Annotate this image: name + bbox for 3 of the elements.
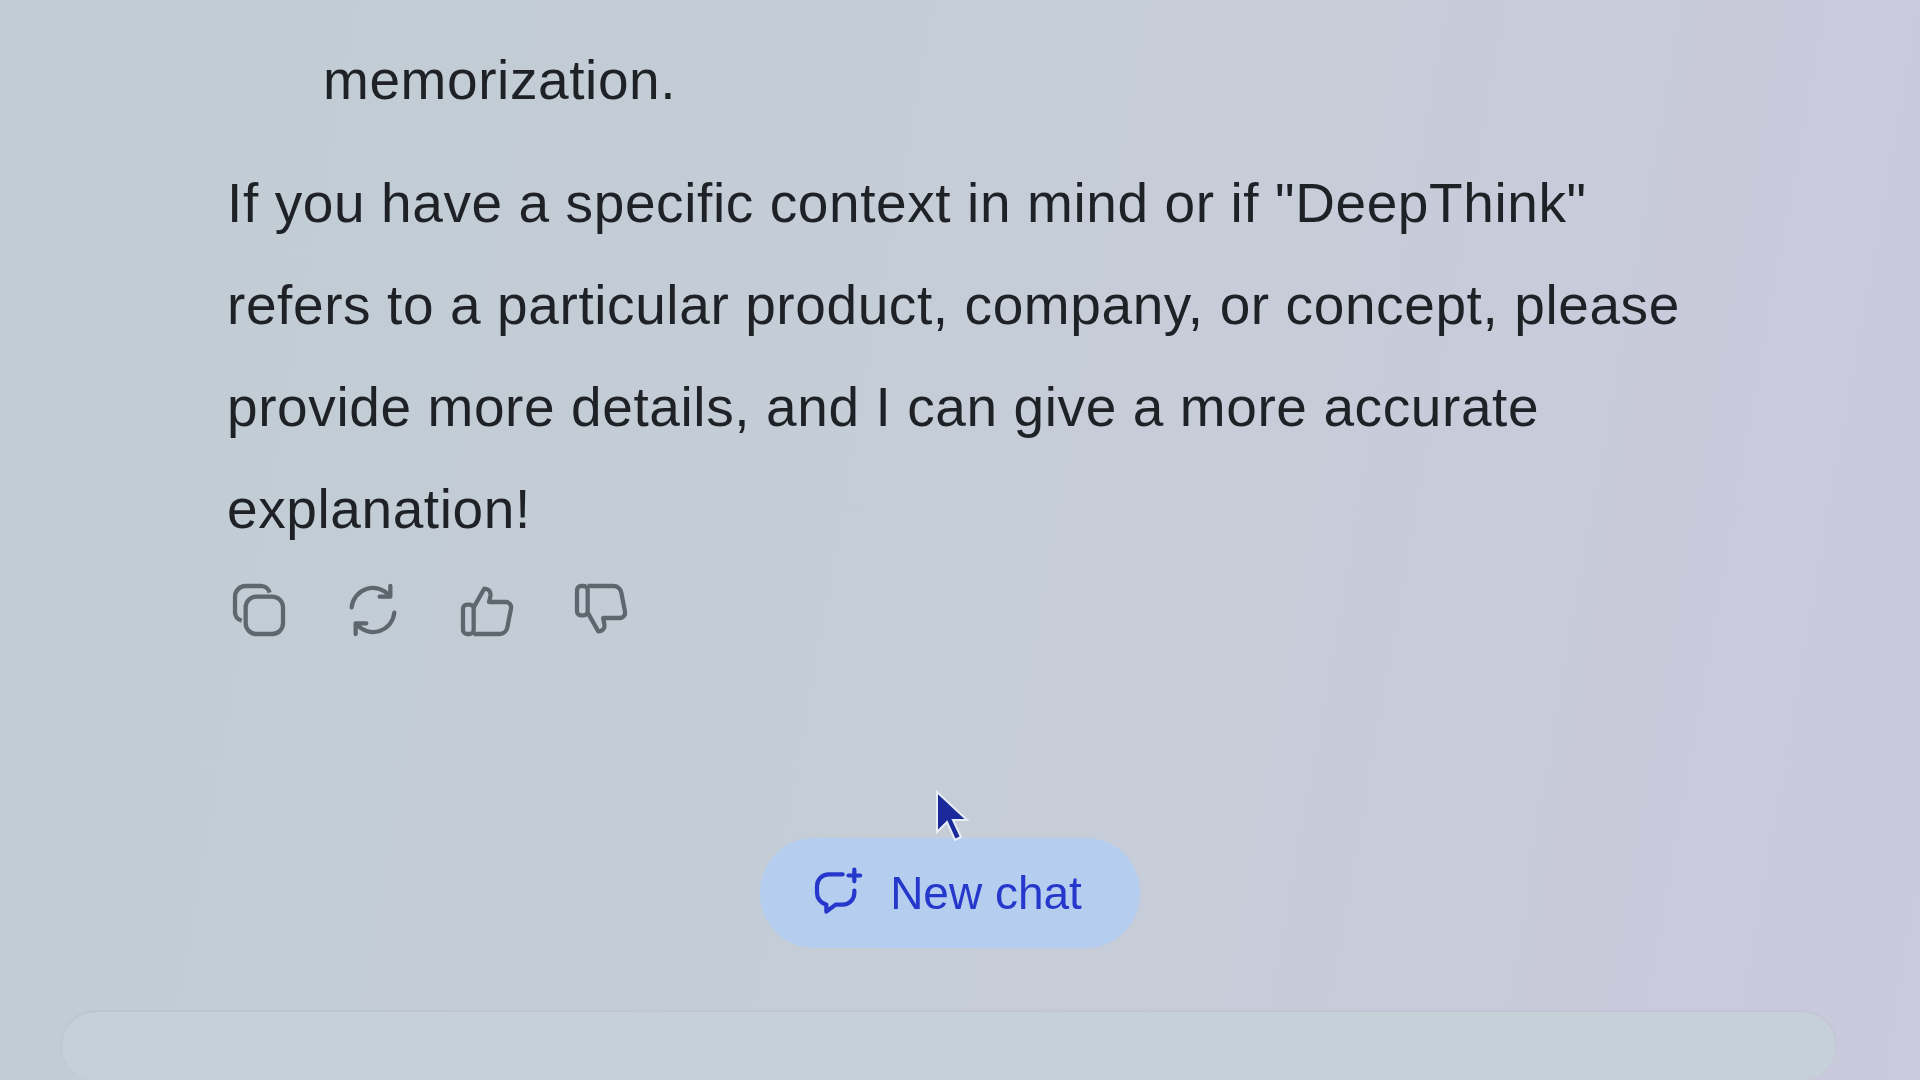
list-item-text: memorization.	[323, 48, 678, 113]
new-chat-button[interactable]: New chat	[760, 838, 1140, 948]
reply-paragraph: If you have a specific context in mind or if "DeepThink" refers to a particular product, company, or concept, please provide more details, and I can give a more accurate explanation!	[227, 171, 1681, 542]
